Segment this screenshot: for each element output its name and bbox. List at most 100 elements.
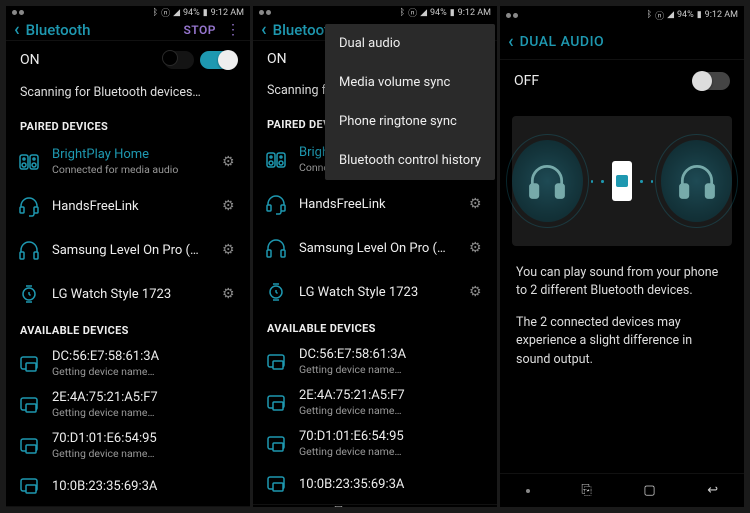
menu-media-volume-sync[interactable]: Media volume sync	[325, 63, 495, 102]
app-header: ‹ DUAL AUDIO	[500, 24, 744, 60]
cast-icon	[16, 473, 42, 499]
watch-icon	[263, 279, 289, 305]
paired-device-row[interactable]: Samsung Level On Pro (… ⚙	[253, 226, 497, 270]
nfc-status-icon: ⓝ	[161, 6, 170, 19]
cast-icon	[263, 471, 289, 497]
available-device-row[interactable]: 70:D1:01:E6:54:95 Getting device name…	[6, 425, 250, 466]
available-header: AVAILABLE DEVICES	[253, 314, 497, 341]
device-name: HandsFreeLink	[52, 199, 212, 214]
paired-device-row[interactable]: HandsFreeLink ⚙	[253, 182, 497, 226]
back-button[interactable]: ‹	[508, 31, 514, 52]
cast-icon	[263, 349, 289, 375]
screen-bluetooth-menu: ᛒⓝ◢ 94%▮ 9:12 AM ‹ Bluetooth Dual audio …	[253, 6, 497, 507]
stop-button[interactable]: STOP	[183, 23, 216, 37]
gear-icon[interactable]: ⚙	[222, 286, 240, 302]
device-mac: 70:D1:01:E6:54:95	[299, 429, 487, 444]
available-device-row[interactable]: 10:0B:23:35:69:3A	[6, 466, 250, 506]
recents-button[interactable]: ⎘	[581, 483, 591, 498]
headset-icon	[263, 191, 289, 217]
toggle-label: ON	[267, 51, 287, 67]
nav-bar: ⎘ ▢ ↩	[253, 504, 497, 507]
screen-bluetooth-main: ᛒ ⓝ ◢ 94% ▮ 9:12 AM ‹ Bluetooth STOP ⋮ O…	[6, 6, 250, 507]
cast-icon	[16, 392, 42, 418]
available-device-row[interactable]: 2E:4A:75:21:A5:F7 Getting device name…	[253, 382, 497, 423]
battery-text: 94%	[183, 8, 200, 18]
app-header: ‹ Bluetooth STOP ⋮	[6, 19, 250, 41]
back-button[interactable]: ‹	[261, 19, 267, 40]
device-name: HandsFreeLink	[299, 197, 459, 212]
headphones-icon	[263, 235, 289, 261]
device-name: LG Watch Style 1723	[52, 287, 212, 302]
more-menu-button[interactable]: ⋮	[224, 22, 242, 38]
available-device-row[interactable]: 2E:4A:75:21:A5:F7 Getting device name…	[6, 384, 250, 425]
home-button[interactable]: ▢	[643, 483, 655, 498]
recents-button[interactable]: ⎘	[334, 505, 344, 507]
status-bar: ᛒ ⓝ ◢ 94% ▮ 9:12 AM	[6, 6, 250, 19]
home-button[interactable]: ▢	[396, 505, 408, 507]
device-status: Getting device name…	[299, 445, 487, 458]
paired-device-row[interactable]: BrightPlay Home Connected for media audi…	[6, 139, 250, 184]
scanning-text: Scanning for Bluetooth devices…	[6, 79, 250, 112]
device-status: Getting device name…	[299, 363, 487, 376]
gear-icon[interactable]: ⚙	[469, 240, 487, 256]
gear-icon[interactable]: ⚙	[469, 196, 487, 212]
gear-icon[interactable]: ⚙	[222, 154, 240, 170]
clock-text: 9:12 AM	[211, 8, 244, 18]
bluetooth-status-icon: ᛒ	[153, 8, 158, 18]
available-device-row[interactable]: DC:56:E7:58:61:3A Getting device name…	[6, 343, 250, 384]
menu-phone-ringtone-sync[interactable]: Phone ringtone sync	[325, 102, 495, 141]
device-mac: 2E:4A:75:21:A5:F7	[52, 390, 240, 405]
cast-icon	[263, 390, 289, 416]
toggle-label: ON	[20, 52, 40, 68]
menu-dual-audio[interactable]: Dual audio	[325, 24, 495, 63]
paired-device-row[interactable]: LG Watch Style 1723 ⚙	[6, 272, 250, 316]
cast-icon	[16, 351, 42, 377]
device-status: Getting device name…	[52, 447, 240, 460]
speaker-icon	[263, 147, 289, 173]
available-device-row[interactable]: 70:D1:01:E6:54:95 Getting device name…	[253, 423, 497, 464]
paired-header: PAIRED DEVICES	[6, 112, 250, 139]
page-title: DUAL AUDIO	[520, 34, 736, 50]
description-2: The 2 connected devices may experience a…	[500, 314, 744, 382]
paired-device-row[interactable]: LG Watch Style 1723 ⚙	[253, 270, 497, 314]
device-name: LG Watch Style 1723	[299, 285, 459, 300]
device-status: Getting device name…	[52, 365, 240, 378]
phone-icon	[612, 161, 633, 201]
toggle-label: OFF	[514, 73, 539, 89]
gear-icon[interactable]: ⚙	[222, 198, 240, 214]
back-nav-button[interactable]: ↩	[460, 505, 471, 507]
available-device-row[interactable]: 10:0B:23:35:69:3A	[253, 464, 497, 504]
menu-bt-control-history[interactable]: Bluetooth control history	[325, 141, 495, 180]
bluetooth-toggle[interactable]	[200, 51, 236, 69]
cast-icon	[16, 433, 42, 459]
headset-icon	[16, 193, 42, 219]
headphones-icon	[16, 237, 42, 263]
back-button[interactable]: ‹	[14, 19, 20, 40]
headphones-right-icon	[661, 140, 732, 222]
bluetooth-toggle-row[interactable]: ON	[6, 41, 250, 79]
headphones-left-icon	[512, 140, 583, 222]
device-mac: DC:56:E7:58:61:3A	[299, 347, 487, 362]
paired-device-row[interactable]: Samsung Level On Pro (… ⚙	[6, 228, 250, 272]
overflow-menu: Dual audio Media volume sync Phone ringt…	[325, 24, 495, 180]
device-name: Samsung Level On Pro (…	[52, 243, 212, 258]
watch-icon	[16, 281, 42, 307]
nav-bar: ⎘ ▢ ↩	[6, 506, 250, 507]
dual-audio-toggle-row[interactable]: OFF	[500, 60, 744, 102]
device-status: Connected for media audio	[52, 163, 212, 176]
device-mac: 70:D1:01:E6:54:95	[52, 431, 240, 446]
back-nav-button[interactable]: ↩	[707, 483, 718, 498]
page-title: Bluetooth	[26, 21, 184, 39]
secondary-toggle	[164, 51, 194, 69]
gear-icon[interactable]: ⚙	[222, 242, 240, 258]
device-mac: 10:0B:23:35:69:3A	[299, 477, 487, 492]
speaker-icon	[16, 149, 42, 175]
dual-audio-toggle[interactable]	[694, 72, 730, 90]
device-mac: 10:0B:23:35:69:3A	[52, 479, 240, 494]
available-device-row[interactable]: DC:56:E7:58:61:3A Getting device name…	[253, 341, 497, 382]
paired-device-row[interactable]: HandsFreeLink ⚙	[6, 184, 250, 228]
gear-icon[interactable]: ⚙	[469, 284, 487, 300]
nav-bar: ⎘ ▢ ↩	[500, 473, 744, 507]
status-bar: ᛒⓝ◢ 94%▮ 9:12 AM	[500, 6, 744, 24]
cast-icon	[263, 431, 289, 457]
